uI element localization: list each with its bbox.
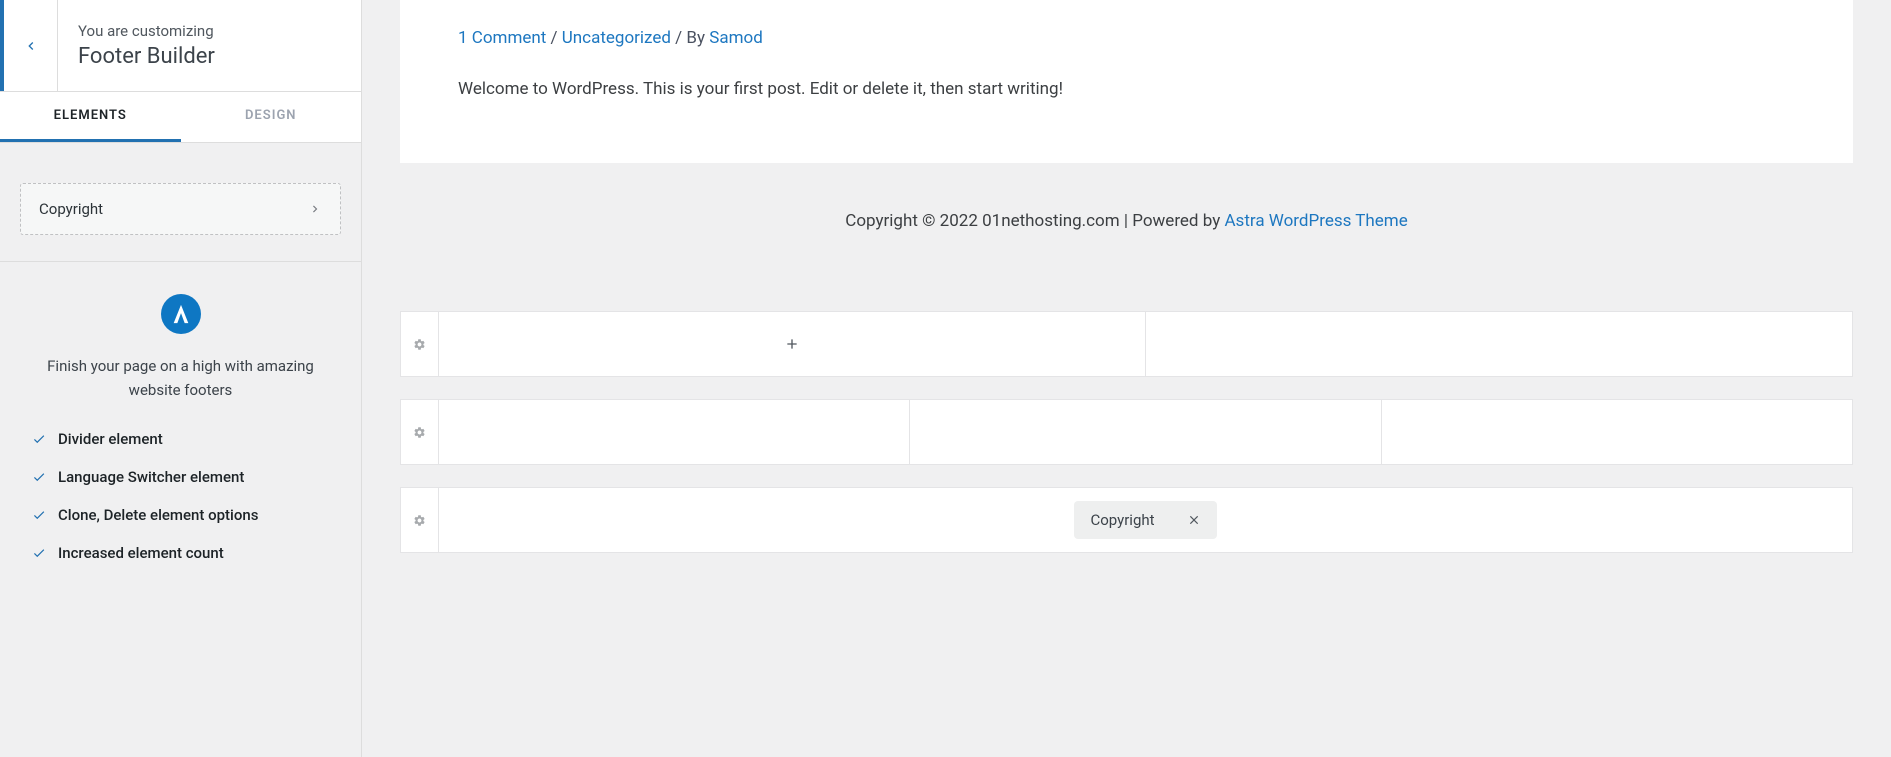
- feature-label: Increased element count: [58, 544, 224, 562]
- feature-label: Language Switcher element: [58, 468, 244, 486]
- row-zones: [439, 312, 1852, 376]
- element-item-copyright[interactable]: Copyright: [20, 183, 341, 235]
- section-content: Copyright: [0, 143, 361, 262]
- sidebar-header: You are customizing Footer Builder: [0, 0, 361, 92]
- customizer-sidebar: You are customizing Footer Builder ELEME…: [0, 0, 362, 757]
- meta-separator: /: [551, 28, 562, 48]
- feature-label: Clone, Delete element options: [58, 506, 258, 524]
- back-button[interactable]: [0, 0, 58, 91]
- check-icon: [32, 546, 46, 560]
- gear-icon: [413, 426, 426, 439]
- plus-icon: [784, 336, 800, 352]
- tag-label: Copyright: [1090, 511, 1154, 529]
- builder-row-bottom: Copyright: [400, 487, 1853, 553]
- tab-elements[interactable]: ELEMENTS: [0, 92, 181, 142]
- feature-item: Language Switcher element: [32, 468, 337, 486]
- row-zones: [439, 400, 1852, 464]
- footer-copyright: Copyright © 2022 01nethosting.com | Powe…: [362, 163, 1891, 279]
- gear-icon: [413, 514, 426, 527]
- preview-pane: 1 Comment / Uncategorized / By Samod Wel…: [362, 0, 1891, 757]
- builder-row-middle: [400, 399, 1853, 465]
- post-meta: 1 Comment / Uncategorized / By Samod: [458, 0, 1795, 48]
- panel-title: Footer Builder: [78, 44, 215, 69]
- by-label: / By: [675, 28, 709, 48]
- feature-item: Increased element count: [32, 544, 337, 562]
- header-text: You are customizing Footer Builder: [58, 0, 235, 91]
- post-body: Welcome to WordPress. This is your first…: [458, 76, 1795, 103]
- chevron-left-icon: [23, 38, 39, 54]
- promo-feature-list: Divider element Language Switcher elemen…: [24, 430, 337, 562]
- feature-label: Divider element: [58, 430, 163, 448]
- astra-logo-icon: [170, 303, 192, 325]
- theme-link[interactable]: Astra WordPress Theme: [1224, 211, 1407, 231]
- row-settings-button[interactable]: [401, 312, 439, 376]
- row-settings-button[interactable]: [401, 488, 439, 552]
- zone-mid-center[interactable]: [910, 400, 1381, 464]
- promo-panel: Finish your page on a high with amazing …: [0, 262, 361, 602]
- check-icon: [32, 432, 46, 446]
- feature-item: Divider element: [32, 430, 337, 448]
- zone-top-right[interactable]: [1146, 312, 1852, 376]
- zone-mid-left[interactable]: [439, 400, 910, 464]
- tabs: ELEMENTS DESIGN: [0, 92, 361, 143]
- tab-design[interactable]: DESIGN: [181, 92, 362, 142]
- copyright-element-tag[interactable]: Copyright: [1074, 501, 1216, 539]
- builder-row-top: [400, 311, 1853, 377]
- astra-logo: [161, 294, 201, 334]
- customizing-label: You are customizing: [78, 22, 215, 40]
- author-link[interactable]: Samod: [709, 28, 763, 48]
- comments-link[interactable]: 1 Comment: [458, 28, 546, 48]
- check-icon: [32, 508, 46, 522]
- zone-top-left[interactable]: [439, 312, 1146, 376]
- gear-icon: [413, 338, 426, 351]
- feature-item: Clone, Delete element options: [32, 506, 337, 524]
- element-item-label: Copyright: [39, 200, 103, 218]
- row-zones: Copyright: [439, 488, 1852, 552]
- footer-builder: Copyright: [362, 279, 1891, 573]
- row-settings-button[interactable]: [401, 400, 439, 464]
- zone-mid-right[interactable]: [1382, 400, 1852, 464]
- close-icon[interactable]: [1187, 513, 1201, 527]
- check-icon: [32, 470, 46, 484]
- post-content: 1 Comment / Uncategorized / By Samod Wel…: [400, 0, 1853, 163]
- chevron-right-icon: [308, 202, 322, 216]
- promo-text: Finish your page on a high with amazing …: [24, 354, 337, 402]
- zone-bottom-center[interactable]: Copyright: [439, 488, 1852, 552]
- category-link[interactable]: Uncategorized: [562, 28, 671, 48]
- copyright-text: Copyright © 2022 01nethosting.com | Powe…: [845, 211, 1224, 231]
